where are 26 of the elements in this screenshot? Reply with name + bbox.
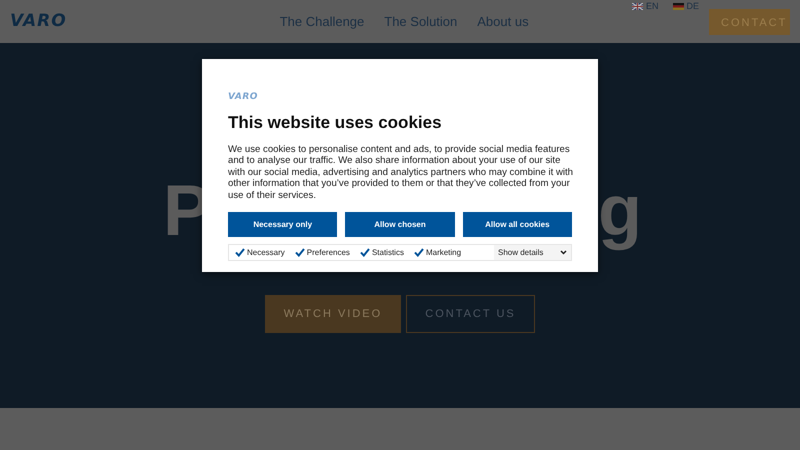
consent-checkbox[interactable]: Preferences	[294, 246, 350, 258]
flag-icon	[632, 3, 643, 10]
consent-checkbox[interactable]: Necessary	[235, 246, 285, 258]
check-icon	[360, 248, 370, 257]
dialog-text: We use cookies to personalise content and ads, to provide social media features and to analyse our traffic. We also share information about your use of our site with our social media, advertising and analytics partners who may combine it with other information that you’ve provided to them or that they’ve collected from your use of their services.	[228, 144, 574, 201]
nav-link[interactable]: The Challenge	[280, 12, 364, 32]
check-icon	[414, 248, 424, 257]
dialog-logo: VARO	[228, 91, 258, 104]
details-dropdown[interactable]: Show details	[494, 245, 571, 260]
dialog-title: This website uses cookies	[228, 112, 443, 134]
consent-button[interactable]: Necessary only	[228, 212, 338, 237]
logo[interactable]: VARO	[10, 8, 67, 34]
check-icon	[235, 248, 245, 257]
nav-link[interactable]: The Solution	[384, 12, 458, 32]
language-link[interactable]: DE	[672, 0, 700, 14]
language-link[interactable]: EN	[632, 0, 659, 14]
nav-link[interactable]: About us	[477, 12, 529, 32]
chevron-down-icon	[560, 250, 567, 255]
consent-checkbox[interactable]: Marketing	[414, 246, 462, 258]
contact-us-button[interactable]: CONTACT US	[406, 295, 535, 333]
flag-icon	[672, 3, 684, 10]
check-icon	[294, 248, 305, 257]
consent-button[interactable]: Allow all cookies	[462, 212, 572, 237]
consent-button[interactable]: Allow chosen	[345, 212, 455, 237]
consent-checkbox[interactable]: Statistics	[360, 246, 404, 258]
watch-video-button[interactable]: WATCH VIDEO	[265, 295, 401, 333]
